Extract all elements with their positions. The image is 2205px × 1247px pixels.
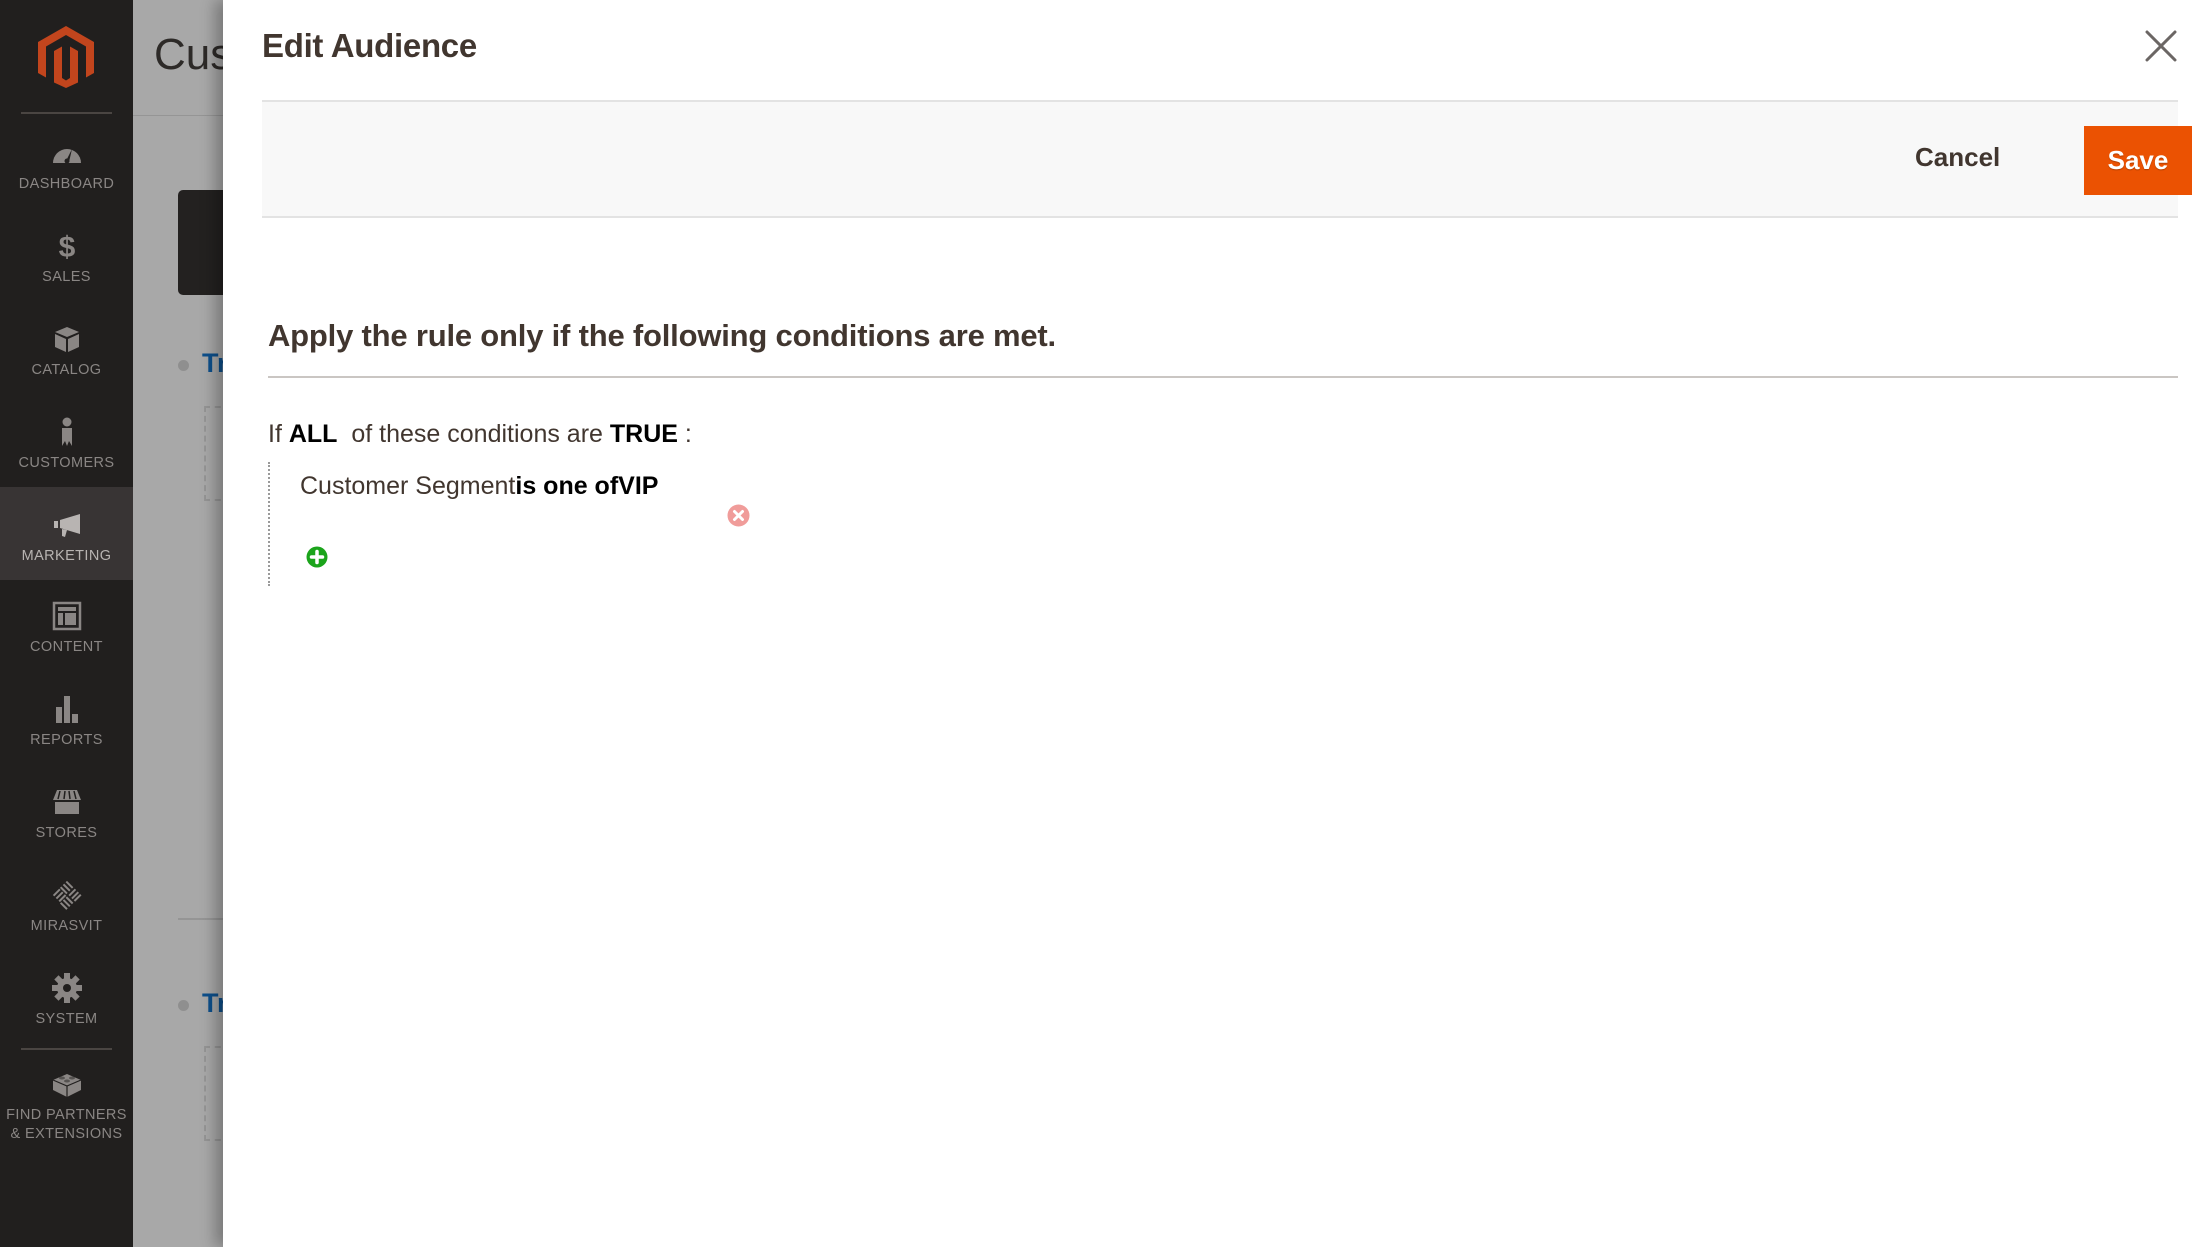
condition-item: Customer Segment is one of VIP — [300, 472, 750, 527]
gear-icon — [47, 970, 87, 1006]
sidebar-item-label: DASHBOARD — [18, 176, 115, 192]
sidebar-item-marketing[interactable]: MARKETING — [0, 487, 133, 580]
edit-audience-modal: Edit Audience Cancel Save Apply the rule… — [223, 0, 2205, 1247]
sidebar-item-label: REPORTS — [30, 732, 103, 748]
lego-brick-icon — [47, 1066, 87, 1102]
modal-toolbar: Cancel Save — [262, 100, 2192, 218]
layout-icon — [47, 598, 87, 634]
sidebar-item-label: CATALOG — [31, 362, 102, 378]
sidebar-divider — [21, 112, 112, 114]
modal-title: Edit Audience — [262, 27, 477, 64]
person-icon — [47, 414, 87, 450]
sidebar-divider — [21, 1048, 112, 1050]
sidebar-item-mirasvit[interactable]: MIRASVIT — [0, 869, 133, 962]
aggregator-value-select[interactable]: TRUE — [610, 420, 678, 448]
sidebar-item-customers[interactable]: CUSTOMERS — [0, 406, 133, 499]
sidebar-item-catalog[interactable]: CATALOG — [0, 313, 133, 406]
sidebar-item-dashboard[interactable]: DASHBOARD — [0, 127, 133, 220]
remove-condition-icon[interactable] — [671, 475, 750, 527]
dollar-icon: $ — [47, 228, 87, 264]
sidebar-item-stores[interactable]: STORES — [0, 776, 133, 869]
close-button[interactable] — [2143, 28, 2179, 64]
bar-chart-icon — [47, 691, 87, 727]
bullet-icon — [178, 1000, 189, 1011]
rule-middle-text: of these conditions are — [351, 420, 603, 448]
cancel-button[interactable]: Cancel — [1915, 142, 2000, 173]
sidebar-item-label: STORES — [35, 825, 98, 841]
aggregator-select[interactable]: ALL — [289, 420, 338, 448]
rule-prefix: If — [268, 420, 282, 448]
bullet-icon — [178, 360, 189, 371]
admin-sidebar: DASHBOARD $ SALES CATALOG CUSTOMERS MARK… — [0, 0, 133, 1247]
storefront-icon — [47, 784, 87, 820]
header-divider — [133, 115, 233, 116]
dashboard-gauge-icon — [47, 135, 87, 171]
sidebar-item-label: MARKETING — [21, 548, 112, 564]
rule-aggregator-line: If ALL of these conditions are TRUE : — [268, 420, 692, 449]
save-button[interactable]: Save — [2084, 126, 2192, 195]
close-icon — [2145, 30, 2177, 62]
sidebar-item-label: MIRASVIT — [30, 918, 103, 934]
conditions-tree: Customer Segment is one of VIP — [268, 462, 750, 586]
sidebar-item-sales[interactable]: $ SALES — [0, 220, 133, 313]
conditions-heading: Apply the rule only if the following con… — [268, 318, 1056, 353]
magento-logo[interactable] — [38, 26, 94, 88]
sidebar-item-label: SYSTEM — [35, 1011, 98, 1027]
sidebar-item-reports[interactable]: REPORTS — [0, 683, 133, 776]
add-condition-icon[interactable] — [306, 546, 328, 568]
megaphone-icon — [47, 507, 87, 543]
page-title: Cus — [154, 30, 233, 79]
svg-text:$: $ — [58, 231, 75, 262]
sidebar-item-label: CUSTOMERS — [18, 455, 115, 471]
mirasvit-icon — [47, 877, 87, 913]
condition-attribute: Customer Segment — [300, 472, 516, 500]
section-divider — [268, 376, 2178, 378]
background-page: Cus Tr Tr — [133, 0, 233, 1247]
sidebar-item-find-partners[interactable]: FIND PARTNERS & EXTENSIONS — [0, 1058, 133, 1168]
sidebar-item-content[interactable]: CONTENT — [0, 590, 133, 683]
condition-operator[interactable]: is one of — [515, 472, 618, 501]
sidebar-item-label: CONTENT — [30, 639, 103, 655]
sidebar-item-label: FIND PARTNERS & EXTENSIONS — [6, 1107, 127, 1142]
box-icon — [47, 321, 87, 357]
sidebar-item-system[interactable]: SYSTEM — [0, 962, 133, 1055]
sidebar-item-label: SALES — [42, 269, 91, 285]
condition-value[interactable]: VIP — [618, 472, 658, 501]
rule-suffix: : — [684, 420, 692, 448]
